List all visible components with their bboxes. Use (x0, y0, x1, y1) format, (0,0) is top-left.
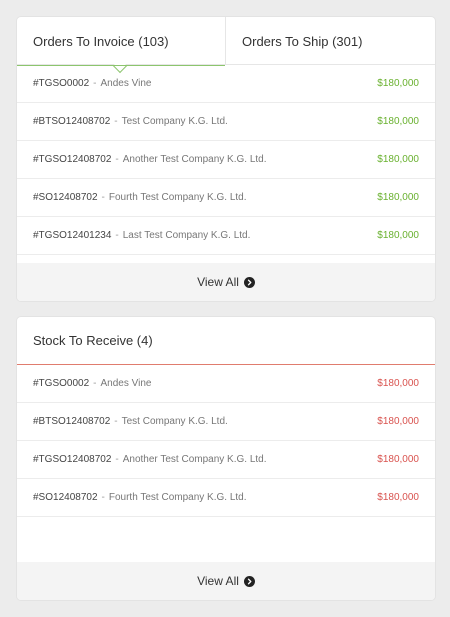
order-amount: $180,000 (377, 116, 419, 127)
stock-card-header: Stock To Receive (4) (17, 317, 435, 365)
stock-card-footer: View All (17, 562, 435, 600)
order-company: Andes Vine (100, 78, 152, 89)
stock-card-title: Stock To Receive (4) (33, 333, 153, 348)
order-id: #BTSO12408702 (33, 116, 111, 127)
tab-orders-to-ship[interactable]: Orders To Ship (301) (226, 17, 435, 65)
order-amount: $180,000 (377, 78, 419, 89)
stock-id: #TGSO0002 (33, 378, 90, 389)
row-separator: - (93, 78, 97, 89)
row-separator: - (115, 154, 119, 165)
stock-id: #TGSO12408702 (33, 454, 112, 465)
stock-list: #TGSO0002- Andes Vine $180,000 #BTSO12408… (17, 365, 435, 517)
chevron-right-circle-icon (243, 575, 255, 587)
row-separator: - (93, 378, 97, 389)
view-all-orders-button[interactable]: View All (197, 275, 255, 289)
view-all-label: View All (197, 275, 239, 289)
order-company: Fourth Test Company K.G. Ltd. (108, 192, 247, 203)
stock-company: Test Company K.G. Ltd. (121, 416, 228, 427)
order-row[interactable]: #TGSO0002- Andes Vine $180,000 (17, 65, 435, 103)
row-separator: - (101, 192, 105, 203)
row-separator: - (114, 416, 118, 427)
stock-id: #SO12408702 (33, 492, 98, 503)
view-all-stock-button[interactable]: View All (197, 574, 255, 588)
row-separator: - (115, 230, 119, 241)
order-row[interactable]: #TGSO12408702- Another Test Company K.G. … (17, 141, 435, 179)
stock-row[interactable]: #TGSO12408702- Another Test Company K.G. … (17, 441, 435, 479)
row-separator: - (114, 116, 118, 127)
stock-company: Andes Vine (100, 378, 152, 389)
order-company: Test Company K.G. Ltd. (121, 116, 228, 127)
stock-amount: $180,000 (377, 492, 419, 503)
order-company: Last Test Company K.G. Ltd. (122, 230, 251, 241)
orders-list: #TGSO0002- Andes Vine $180,000 #BTSO12408… (17, 65, 435, 255)
stock-company: Fourth Test Company K.G. Ltd. (108, 492, 247, 503)
order-company: Another Test Company K.G. Ltd. (122, 154, 267, 165)
stock-amount: $180,000 (377, 416, 419, 427)
orders-card-footer: View All (17, 263, 435, 301)
row-separator: - (115, 454, 119, 465)
tab-orders-to-invoice[interactable]: Orders To Invoice (103) (17, 17, 226, 74)
order-row[interactable]: #BTSO12408702- Test Company K.G. Ltd. $18… (17, 103, 435, 141)
chevron-right-circle-icon (243, 276, 255, 288)
stock-amount: $180,000 (377, 378, 419, 389)
stock-row[interactable]: #TGSO0002- Andes Vine $180,000 (17, 365, 435, 403)
tab-orders-to-ship-label: Orders To Ship (301) (242, 33, 363, 49)
order-amount: $180,000 (377, 192, 419, 203)
order-id: #TGSO0002 (33, 78, 90, 89)
order-id: #TGSO12401234 (33, 230, 112, 241)
stock-row[interactable]: #SO12408702- Fourth Test Company K.G. Ltd… (17, 479, 435, 517)
stock-id: #BTSO12408702 (33, 416, 111, 427)
orders-tabs: Orders To Invoice (103) Orders To Ship (… (17, 17, 435, 74)
row-separator: - (101, 492, 105, 503)
order-amount: $180,000 (377, 230, 419, 241)
stock-card: Stock To Receive (4) #TGSO0002- Andes Vin… (17, 317, 435, 600)
tab-orders-to-invoice-label: Orders To Invoice (103) (33, 33, 169, 49)
orders-card: Orders To Invoice (103) Orders To Ship (… (17, 17, 435, 301)
order-id: #SO12408702 (33, 192, 98, 203)
view-all-label: View All (197, 574, 239, 588)
stock-company: Another Test Company K.G. Ltd. (122, 454, 267, 465)
order-row[interactable]: #SO12408702- Fourth Test Company K.G. Ltd… (17, 179, 435, 217)
order-row[interactable]: #TGSO12401234- Last Test Company K.G. Ltd… (17, 217, 435, 255)
stock-row[interactable]: #BTSO12408702- Test Company K.G. Ltd. $18… (17, 403, 435, 441)
order-id: #TGSO12408702 (33, 154, 112, 165)
stock-amount: $180,000 (377, 454, 419, 465)
order-amount: $180,000 (377, 154, 419, 165)
